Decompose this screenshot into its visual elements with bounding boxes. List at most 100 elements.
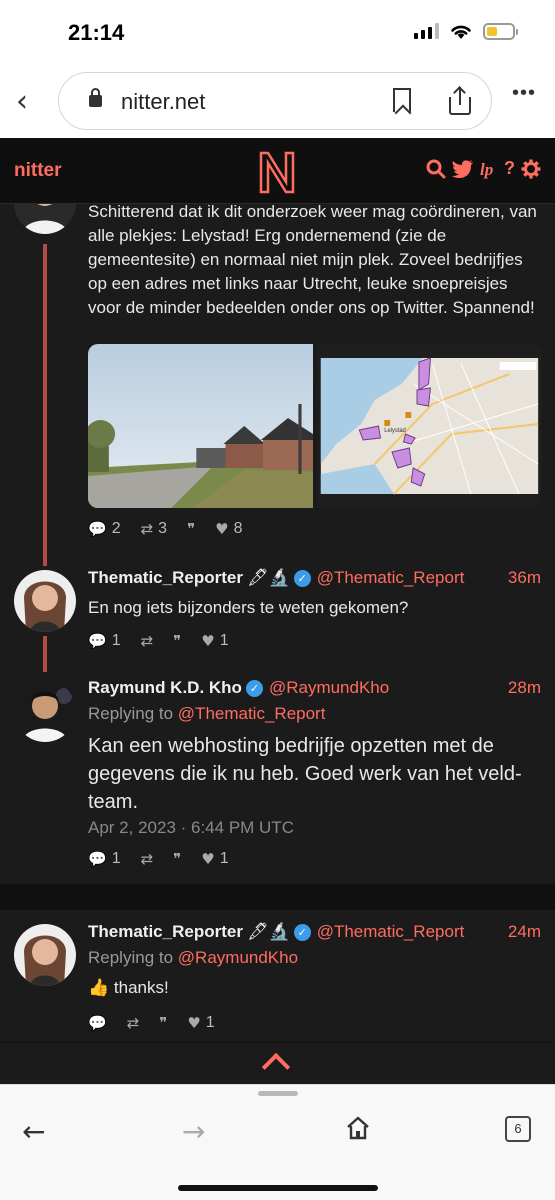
liberapay-icon[interactable]: lp: [480, 159, 498, 179]
url-field[interactable]: nitter.net: [58, 72, 492, 130]
comment-icon: 💬: [88, 632, 107, 650]
twitter-bird-icon[interactable]: [452, 159, 474, 178]
username-link[interactable]: @Thematic_Report: [317, 922, 465, 941]
status-time: 21:14: [68, 20, 125, 45]
tweet-timestamp[interactable]: 28m: [508, 678, 541, 698]
avatar[interactable]: [14, 204, 76, 234]
browser-toolbar: ← → 6: [0, 1084, 555, 1200]
nitter-logo-icon[interactable]: [258, 150, 296, 194]
share-icon[interactable]: [449, 86, 471, 115]
like-stat[interactable]: ♥ 1: [187, 1014, 214, 1032]
battery-icon: [483, 22, 518, 40]
heart-icon: ♥: [201, 632, 215, 650]
chevron-up-icon: [261, 1052, 291, 1082]
comment-icon: 💬: [88, 850, 107, 868]
like-stat[interactable]: ♥ 1: [201, 632, 228, 650]
retweet-icon: ⇄: [140, 632, 154, 650]
quote-icon: ❞: [159, 1014, 168, 1032]
name-emoji: 🖋🔬: [246, 922, 290, 941]
verified-badge-icon: ✓: [293, 924, 311, 941]
reply-stat[interactable]: 💬 1: [88, 632, 121, 650]
heart-icon: ♥: [201, 850, 215, 868]
status-icons: [414, 22, 518, 40]
tweet-content: Schitterend dat ik dit onderzoek weer ma…: [88, 204, 537, 317]
fullname-link[interactable]: Thematic_Reporter: [88, 568, 243, 587]
comment-icon: 💬: [88, 1014, 107, 1032]
tweet-timestamp[interactable]: 36m: [508, 568, 541, 588]
replying-to-link[interactable]: @RaymundKho: [178, 948, 298, 967]
browser-address-bar: ‹ nitter.net •••: [0, 66, 555, 138]
avatar[interactable]: [14, 924, 76, 986]
more-options-icon[interactable]: •••: [512, 82, 536, 105]
nitter-navbar: nitter lp ?: [0, 138, 555, 204]
gear-icon[interactable]: [521, 159, 541, 179]
retweet-stat[interactable]: ⇄: [141, 850, 154, 868]
home-indicator: [178, 1185, 378, 1191]
replies-divider: [0, 884, 555, 910]
back-arrow-icon[interactable]: ←: [22, 1115, 45, 1148]
cellular-signal-icon: [414, 23, 439, 39]
username-link[interactable]: @Thematic_Report: [317, 568, 465, 587]
replying-to-link[interactable]: @Thematic_Report: [178, 704, 326, 723]
avatar[interactable]: [14, 570, 76, 632]
reply-stat[interactable]: 💬: [88, 1014, 107, 1032]
tweet-stats: 💬 1 ⇄ ❞ ♥ 1: [88, 632, 229, 650]
quote-icon: ❞: [173, 850, 182, 868]
tweet[interactable]: Thematic_Reporter 🖋🔬 ✓ @Thematic_Report 36m…: [0, 556, 555, 656]
retweet-icon: ⇄: [126, 1014, 140, 1032]
replying-to: Replying to @Thematic_Report: [88, 704, 326, 723]
bookmark-icon[interactable]: [393, 88, 411, 112]
heart-icon: ♥: [187, 1014, 201, 1032]
reply-stat[interactable]: 💬 2: [88, 520, 121, 538]
username-link[interactable]: @RaymundKho: [269, 678, 389, 697]
like-stat[interactable]: ♥ 8: [215, 520, 242, 538]
tweet-stats: 💬 ⇄ ❞ ♥ 1: [88, 1014, 215, 1032]
quote-icon: ❞: [173, 632, 182, 650]
tweet-header: Thematic_Reporter 🖋🔬 ✓ @Thematic_Report: [88, 922, 464, 942]
fullname-link[interactable]: Raymund K.D. Kho: [88, 678, 242, 697]
search-icon[interactable]: [426, 159, 446, 179]
replying-to: Replying to @RaymundKho: [88, 948, 299, 967]
toolbar-grabber[interactable]: [258, 1091, 298, 1096]
tweet-content: Kan een webhosting bedrijfje opzetten me…: [88, 735, 522, 813]
timeline: Schitterend dat ik dit onderzoek weer ma…: [0, 204, 555, 1042]
home-icon[interactable]: [345, 1115, 371, 1141]
lock-icon: [89, 88, 102, 107]
quote-stat[interactable]: ❞: [173, 632, 181, 650]
map-image[interactable]: Lelystad: [317, 344, 542, 508]
retweet-stat[interactable]: ⇄ 3: [141, 520, 167, 538]
reply-tweet[interactable]: Thematic_Reporter 🖋🔬 ✓ @Thematic_Report 24m…: [0, 910, 555, 1042]
reply-stat[interactable]: 💬 1: [88, 850, 121, 868]
quote-stat[interactable]: ❞: [187, 520, 195, 538]
retweet-icon: ⇄: [140, 520, 154, 538]
browser-back-chevron-icon[interactable]: ‹: [16, 84, 28, 119]
tabs-button[interactable]: 6: [505, 1116, 531, 1142]
avatar[interactable]: [14, 680, 76, 742]
fullname-link[interactable]: Thematic_Reporter: [88, 922, 243, 941]
tweet-stats: 💬 2 ⇄ 3 ❞ ♥ 8: [88, 520, 243, 538]
scroll-to-top-button[interactable]: [0, 1042, 555, 1084]
tweet-content: 👍 thanks!: [88, 978, 169, 997]
forward-arrow-icon[interactable]: →: [182, 1115, 205, 1148]
retweet-stat[interactable]: ⇄: [141, 632, 154, 650]
main-tweet[interactable]: Raymund K.D. Kho ✓ @RaymundKho 28m Replyin…: [0, 666, 555, 876]
retweet-stat[interactable]: ⇄: [127, 1014, 140, 1032]
tweet-date[interactable]: Apr 2, 2023 · 6:44 PM UTC: [88, 818, 294, 838]
street-photo[interactable]: [88, 344, 313, 508]
status-bar: 21:14: [0, 0, 555, 66]
nitter-brand-link[interactable]: nitter: [14, 160, 62, 182]
tweet[interactable]: Schitterend dat ik dit onderzoek weer ma…: [0, 204, 555, 554]
verified-badge-icon: ✓: [293, 570, 311, 587]
tweet-header: Thematic_Reporter 🖋🔬 ✓ @Thematic_Report: [88, 568, 464, 588]
like-stat[interactable]: ♥ 1: [201, 850, 228, 868]
quote-stat[interactable]: ❞: [173, 850, 181, 868]
map-label: Lelystad: [384, 428, 405, 434]
svg-text:lp: lp: [480, 160, 493, 179]
tweet-header: Raymund K.D. Kho ✓ @RaymundKho: [88, 678, 389, 698]
quote-stat[interactable]: ❞: [159, 1014, 167, 1032]
tweet-timestamp[interactable]: 24m: [508, 922, 541, 942]
tweet-media-gallery[interactable]: Lelystad: [88, 344, 542, 508]
wifi-icon: [451, 25, 471, 39]
about-icon[interactable]: ?: [504, 158, 515, 179]
url-text: nitter.net: [121, 89, 206, 114]
